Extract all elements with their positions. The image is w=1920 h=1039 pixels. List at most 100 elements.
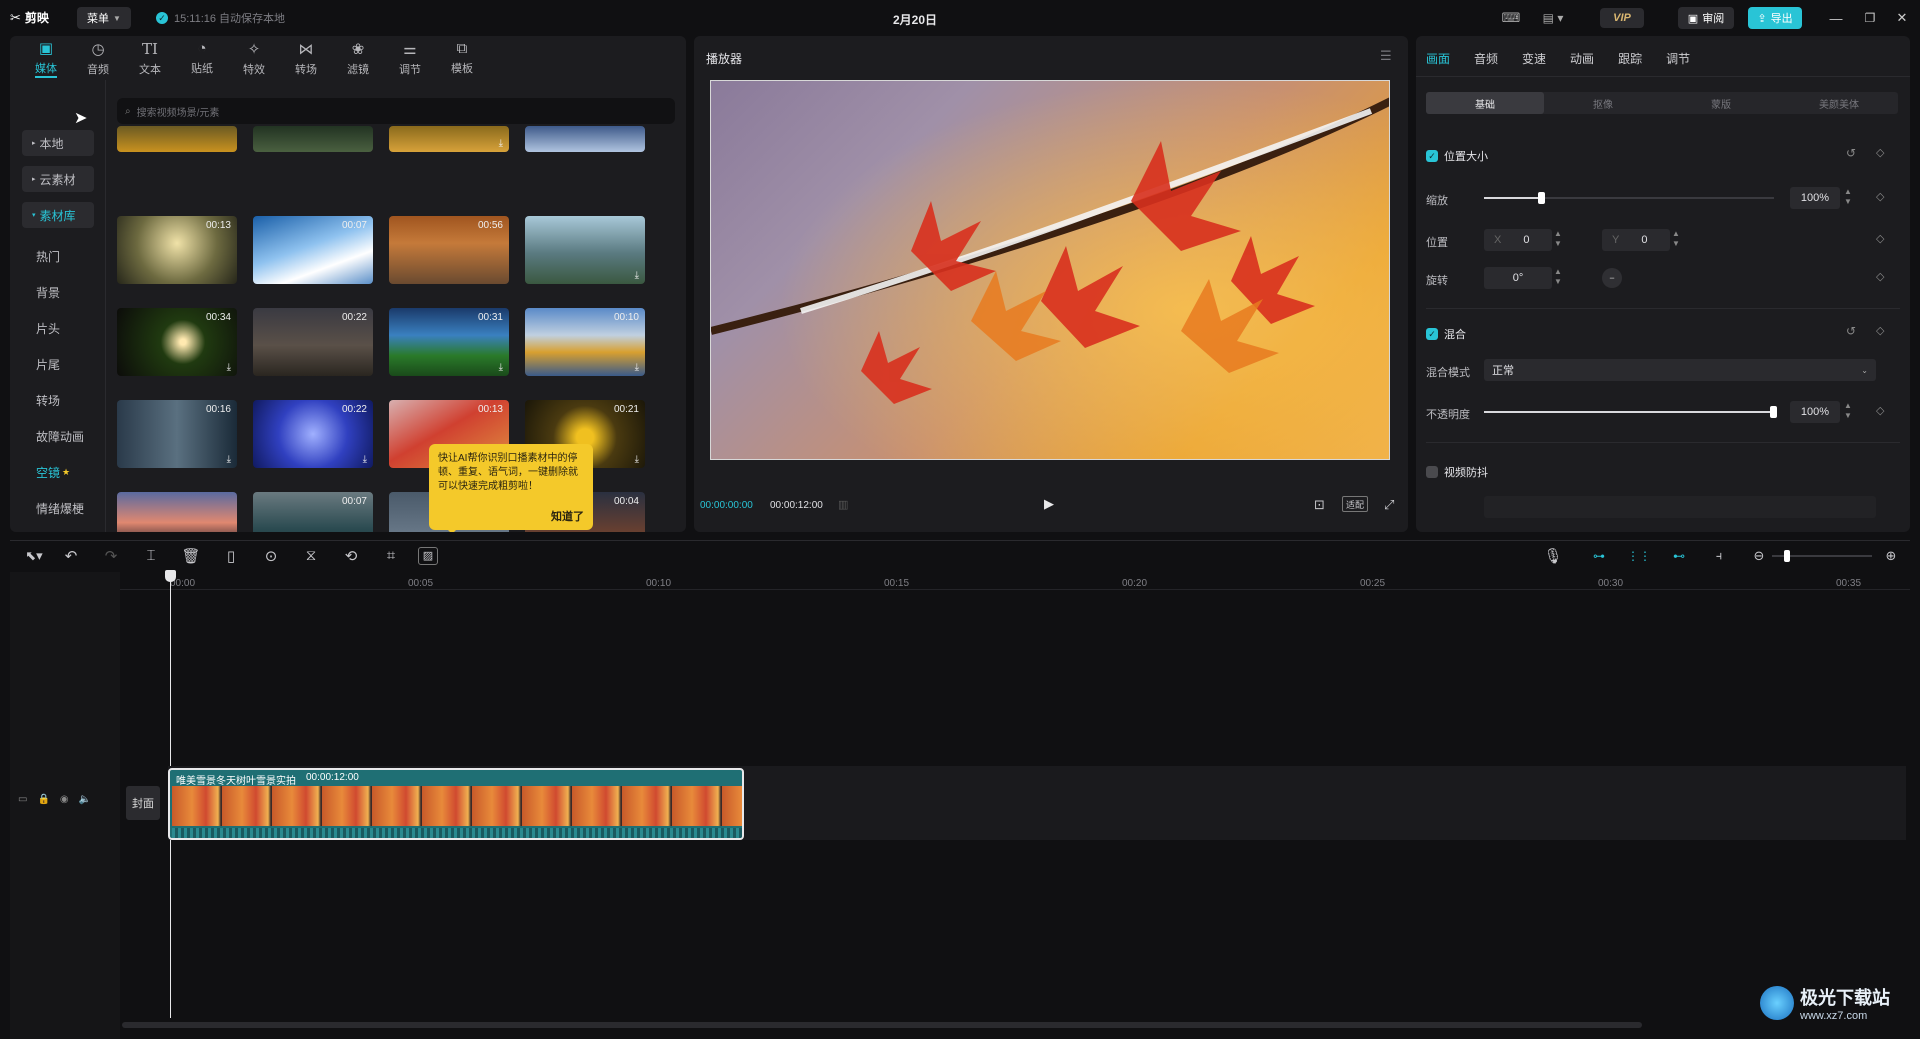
media-thumb[interactable]: ⤓: [389, 126, 509, 152]
export-button[interactable]: ⇪ 导出: [1748, 7, 1802, 29]
sidebar-item-background[interactable]: 背景: [10, 274, 105, 310]
timeline-scrollbar[interactable]: [122, 1022, 1642, 1028]
keyframe-icon[interactable]: ◇: [1876, 270, 1884, 283]
media-thumb[interactable]: 00:56: [389, 216, 509, 284]
keyframe-icon[interactable]: ◇: [1876, 146, 1884, 159]
media-thumb[interactable]: 00:16 ⤓: [117, 400, 237, 468]
tab-picture[interactable]: 画面: [1426, 50, 1450, 67]
eye-icon[interactable]: ◉: [60, 794, 69, 805]
stepper-icon[interactable]: ▲ ▼: [1554, 229, 1562, 249]
sidebar-item-atmosphere[interactable]: 氛围: [10, 526, 105, 532]
stepper-icon[interactable]: ▲ ▼: [1844, 187, 1852, 207]
reset-icon[interactable]: ↺: [1846, 324, 1856, 338]
tab-sticker[interactable]: ◔ 贴纸: [176, 36, 228, 80]
split-icon[interactable]: ⌶: [138, 543, 164, 569]
media-thumb[interactable]: 00:22: [253, 308, 373, 376]
blend-mode-select[interactable]: 正常 ⌄: [1484, 359, 1876, 381]
download-icon[interactable]: ⤓: [227, 362, 231, 373]
rotate-dial-icon[interactable]: −: [1602, 268, 1622, 288]
media-thumb[interactable]: 00:07: [253, 216, 373, 284]
sidebar-item-emotion[interactable]: 情绪爆梗: [10, 490, 105, 526]
media-thumb[interactable]: [253, 126, 373, 152]
play-icon[interactable]: ▶: [1044, 496, 1054, 512]
redo-icon[interactable]: ↷: [98, 543, 124, 569]
scale-knob[interactable]: [1538, 192, 1545, 204]
search-input[interactable]: 搜索视频场景/元素: [137, 104, 220, 119]
playhead-handle[interactable]: [165, 570, 176, 582]
stepper-icon[interactable]: ▲ ▼: [1554, 267, 1562, 287]
media-thumb[interactable]: 00:31 ⤓: [389, 308, 509, 376]
tab-media[interactable]: ▣ 媒体: [20, 36, 72, 80]
layout-icon[interactable]: ▤ ▾: [1536, 9, 1570, 27]
subtab-basic[interactable]: 基础: [1426, 92, 1544, 114]
freeze-icon[interactable]: ▯: [218, 543, 244, 569]
tab-adjust[interactable]: ⚌ 调节: [384, 36, 436, 80]
sidebar-item-local[interactable]: ▸ 本地: [22, 130, 94, 156]
keyframe-icon[interactable]: ◇: [1876, 404, 1884, 417]
keyframe-icon[interactable]: ◇: [1876, 324, 1884, 337]
zoom-out-icon[interactable]: ⊖: [1746, 543, 1772, 569]
tab-audio[interactable]: ◷ 音频: [72, 36, 124, 80]
tab-effects[interactable]: ✧ 特效: [228, 36, 280, 80]
screenshot-icon[interactable]: ⊡: [1314, 497, 1325, 513]
tab-tracking[interactable]: 跟踪: [1618, 50, 1642, 67]
player-menu-icon[interactable]: ☰: [1380, 48, 1392, 64]
download-icon[interactable]: ⤓: [363, 454, 367, 465]
position-x-input[interactable]: X0: [1484, 229, 1552, 251]
keyframe-icon[interactable]: ◇: [1876, 190, 1884, 203]
ai-cut-icon[interactable]: ▨: [418, 546, 438, 565]
media-thumb[interactable]: [117, 126, 237, 152]
keyframe-icon[interactable]: ◇: [1876, 232, 1884, 245]
microphone-icon[interactable]: 🎙: [1540, 543, 1566, 569]
lock-icon[interactable]: 🔒: [37, 794, 49, 805]
vip-badge[interactable]: VIP: [1600, 8, 1644, 28]
speaker-icon[interactable]: 🔈: [79, 794, 91, 805]
sidebar-item-intro[interactable]: 片头: [10, 310, 105, 346]
download-icon[interactable]: ⤓: [635, 270, 639, 281]
download-icon[interactable]: ⤓: [227, 454, 231, 465]
download-icon[interactable]: ⤓: [635, 454, 639, 465]
tab-speed[interactable]: 变速: [1522, 50, 1546, 67]
tooltip-ok-button[interactable]: 知道了: [551, 510, 584, 524]
shortcut-icon[interactable]: ⌨: [1500, 9, 1522, 27]
reset-icon[interactable]: ↺: [1846, 146, 1856, 160]
subtab-mask[interactable]: 蒙版: [1662, 92, 1780, 114]
media-thumb[interactable]: 00:13: [117, 216, 237, 284]
fullscreen-icon[interactable]: ⤢: [1384, 497, 1394, 513]
menu-button[interactable]: 菜单 ▼: [77, 7, 131, 29]
media-thumb[interactable]: ⤓: [525, 216, 645, 284]
opacity-slider[interactable]: [1484, 406, 1777, 418]
media-thumb[interactable]: 00:22 ⤓: [253, 400, 373, 468]
ratio-button[interactable]: 适配: [1342, 496, 1368, 512]
subtab-beauty[interactable]: 美颜美体: [1780, 92, 1898, 114]
timecode-grid-icon[interactable]: ▥: [838, 498, 848, 511]
tab-transition[interactable]: ⋈ 转场: [280, 36, 332, 80]
sidebar-item-outro[interactable]: 片尾: [10, 346, 105, 382]
reverse-icon[interactable]: ⊙: [258, 543, 284, 569]
review-button[interactable]: ▣ 审阅: [1678, 7, 1734, 29]
restore-icon[interactable]: ❐: [1860, 9, 1880, 27]
tab-audio-props[interactable]: 音频: [1474, 50, 1498, 67]
media-thumb[interactable]: 00:10 ⤓: [525, 308, 645, 376]
scale-input[interactable]: 100%: [1790, 187, 1840, 209]
main-track-magnet-icon[interactable]: ⊶: [1586, 543, 1612, 569]
section-stabilize[interactable]: 视频防抖: [1426, 464, 1488, 480]
delete-icon[interactable]: 🗑: [178, 543, 204, 569]
track-cover-icon[interactable]: ▭: [18, 794, 27, 805]
stepper-icon[interactable]: ▲ ▼: [1672, 229, 1680, 249]
opacity-knob[interactable]: [1770, 406, 1777, 418]
download-icon[interactable]: ⤓: [499, 138, 503, 149]
zoom-in-icon[interactable]: ⊕: [1878, 543, 1904, 569]
sidebar-item-hot[interactable]: 热门: [10, 238, 105, 274]
sidebar-item-glitch[interactable]: 故障动画: [10, 418, 105, 454]
checkbox-unchecked-icon[interactable]: [1426, 466, 1438, 478]
sidebar-item-library[interactable]: ▾ 素材库: [22, 202, 94, 228]
undo-icon[interactable]: ↶: [58, 543, 84, 569]
tab-template[interactable]: ⧉ 模板: [436, 36, 488, 80]
sidebar-item-transition[interactable]: 转场: [10, 382, 105, 418]
cover-button[interactable]: 封面: [126, 786, 160, 820]
media-thumb[interactable]: [525, 126, 645, 152]
stepper-icon[interactable]: ▲ ▼: [1844, 401, 1852, 421]
crop-icon[interactable]: ⌗: [378, 543, 404, 569]
media-thumb[interactable]: 00:07: [253, 492, 373, 532]
